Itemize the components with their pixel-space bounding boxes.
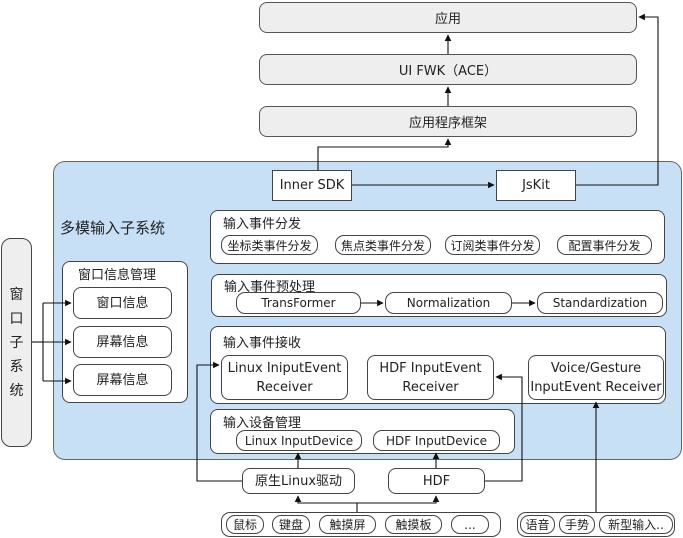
input-new-type: 新型输入..	[599, 515, 673, 534]
inner-sdk-label: Inner SDK	[279, 178, 345, 193]
receiver-line: Linux IniputEvent	[227, 360, 342, 376]
preprocess-transformer: TransFormer	[236, 292, 361, 314]
screen-info-label: 屏幕信息	[96, 372, 149, 388]
app-layer-label: 应用	[434, 12, 461, 27]
window-subsystem-char: 统	[9, 382, 24, 399]
inner-sdk-box: Inner SDK	[272, 170, 352, 201]
ui-fwk-label: UI FWK（ACE）	[398, 64, 498, 79]
receiver-line: Voice/Gesture	[550, 360, 642, 376]
hdf-driver-label: HDF	[422, 473, 451, 489]
device-keyboard: 键盘	[272, 515, 310, 534]
arrow-devices-to-hdf-driver	[357, 495, 440, 504]
app-layer: 应用	[259, 2, 637, 33]
device-touchscreen: 触摸屏	[319, 515, 376, 534]
device-mgmt-title: 输入设备管理	[223, 416, 302, 431]
linux-inputdevice: Linux InputDevice	[236, 430, 362, 451]
window-info-item: 窗口信息	[73, 287, 172, 319]
app-framework-layer: 应用程序框架	[259, 106, 637, 137]
arrow-devices-to-native-driver	[294, 495, 357, 504]
window-info-label: 窗口信息	[96, 295, 149, 311]
window-subsystem: 窗 口 子 系 统	[1, 238, 32, 447]
native-linux-driver: 原生Linux驱动	[242, 468, 355, 494]
receiver-line: Receiver	[402, 379, 459, 395]
subsystem-title: 多模输入子系统	[60, 219, 166, 237]
screen-info-label: 屏幕信息	[96, 334, 149, 350]
linux-inputevent-receiver: Linux IniputEvent Receiver	[221, 355, 348, 400]
dispatch-item: 坐标类事件分发	[221, 235, 318, 255]
app-framework-label: 应用程序框架	[408, 116, 487, 131]
dispatch-item: 焦点类事件分发	[335, 235, 431, 255]
window-subsystem-char: 系	[9, 358, 24, 375]
receive-title: 输入事件接收	[223, 336, 302, 351]
jskit-box: JsKit	[496, 170, 576, 201]
window-info-mgmt-title: 窗口信息管理	[78, 268, 157, 283]
window-subsystem-char: 窗	[9, 286, 24, 303]
arrow-jskit-to-app	[576, 13, 659, 186]
jskit-label: JsKit	[522, 178, 550, 193]
device-more: ...	[451, 515, 489, 534]
receiver-line: HDF InputEvent	[379, 360, 482, 376]
preprocess-standardization: Standardization	[537, 292, 663, 314]
receiver-line: Receiver	[256, 379, 313, 395]
device-mouse: 鼠标	[226, 515, 264, 534]
dispatch-item: 订阅类事件分发	[445, 235, 540, 255]
receiver-line: InputEvent Receiver	[530, 379, 662, 395]
window-subsystem-char: 子	[9, 334, 24, 351]
preprocess-normalization: Normalization	[385, 292, 512, 314]
screen-info-item: 屏幕信息	[73, 364, 172, 396]
dispatch-item: 配置事件分发	[557, 235, 652, 255]
native-linux-driver-label: 原生Linux驱动	[254, 473, 343, 489]
window-subsystem-char: 口	[9, 310, 24, 327]
input-gesture: 手势	[559, 515, 595, 534]
device-touchpad: 触摸板	[385, 515, 442, 534]
input-voice: 语音	[520, 515, 555, 534]
dispatch-title: 输入事件分发	[223, 217, 302, 232]
ui-fwk-layer: UI FWK（ACE）	[259, 54, 637, 85]
hdf-inputdevice: HDF InputDevice	[373, 430, 500, 451]
screen-info-item: 屏幕信息	[73, 326, 172, 358]
voice-gesture-receiver: Voice/Gesture InputEvent Receiver	[528, 355, 664, 400]
hdf-driver: HDF	[388, 468, 485, 494]
hdf-inputevent-receiver: HDF InputEvent Receiver	[367, 355, 494, 400]
